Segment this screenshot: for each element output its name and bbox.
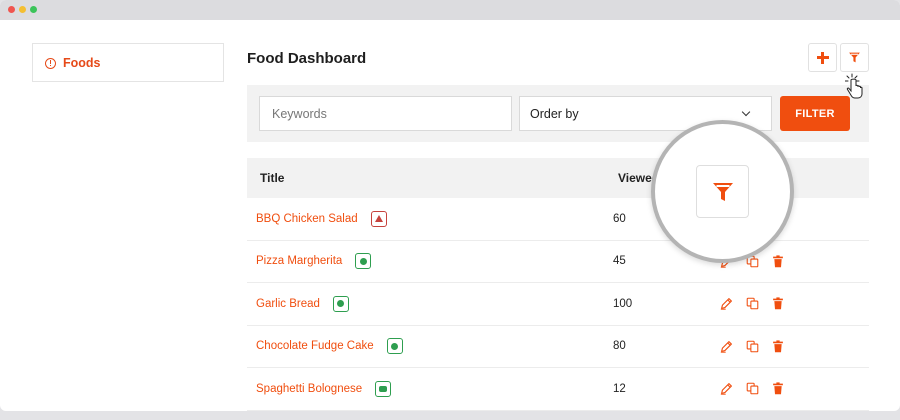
diet-badge-icon: [370, 210, 387, 227]
table-row: Chocolate Fudge Cake 80: [247, 326, 869, 368]
delete-icon[interactable]: [771, 382, 785, 396]
zoom-magnifier: [651, 120, 794, 263]
views-cell: 80: [613, 340, 626, 353]
sidebar-item-foods[interactable]: Foods: [45, 56, 101, 70]
views-cell: 45: [613, 255, 626, 268]
table-row: Pizza Margherita 45: [247, 241, 869, 283]
plus-icon: [816, 51, 829, 64]
title-cell: Garlic Bread: [256, 283, 349, 325]
diet-badge-icon: [332, 295, 349, 312]
food-title-link[interactable]: Chocolate Fudge Cake: [256, 340, 374, 352]
window-titlebar: [0, 0, 900, 20]
hand-cursor-icon: [845, 73, 863, 99]
views-cell: 12: [613, 382, 626, 395]
info-circle-icon: [45, 57, 56, 69]
edit-icon[interactable]: [719, 382, 733, 396]
keywords-input[interactable]: [259, 96, 512, 131]
table-row: Garlic Bread 100: [247, 283, 869, 326]
diet-badge-icon: [386, 338, 403, 355]
duplicate-icon[interactable]: [745, 382, 759, 396]
row-actions: [719, 283, 785, 325]
diet-badge-icon: [355, 253, 372, 270]
food-title-link[interactable]: Pizza Margherita: [256, 255, 342, 267]
views-cell: 60: [613, 212, 626, 225]
title-cell: Chocolate Fudge Cake: [256, 326, 403, 368]
filter-button[interactable]: FILTER: [780, 96, 850, 131]
food-title-link[interactable]: BBQ Chicken Salad: [256, 213, 358, 225]
order-by-value: Order by: [530, 106, 579, 121]
food-title-link[interactable]: Garlic Bread: [256, 298, 320, 310]
delete-icon[interactable]: [771, 254, 785, 268]
toggle-filter-button[interactable]: [840, 43, 869, 72]
delete-icon[interactable]: [771, 339, 785, 353]
table-row: Spaghetti Bolognese 12: [247, 368, 869, 411]
add-food-button[interactable]: [808, 43, 837, 72]
views-cell: 100: [613, 297, 633, 310]
row-actions: [719, 326, 785, 368]
title-cell: BBQ Chicken Salad: [256, 198, 387, 240]
row-actions: [719, 368, 785, 410]
filter-bar: Order by FILTER: [247, 85, 869, 142]
sidebar-item-label: Foods: [63, 56, 101, 70]
page-title: Food Dashboard: [247, 50, 367, 67]
sidebar: Foods: [32, 43, 224, 82]
food-title-link[interactable]: Spaghetti Bolognese: [256, 383, 362, 395]
minimize-window-dot[interactable]: [19, 6, 26, 13]
funnel-icon: [712, 182, 733, 201]
edit-icon[interactable]: [719, 339, 733, 353]
maximize-window-dot[interactable]: [30, 6, 37, 13]
chevron-down-icon: [741, 107, 751, 117]
app-window: Foods Food Dashboard Order by FILTER Tit…: [0, 0, 900, 411]
funnel-icon: [849, 52, 860, 63]
title-cell: Spaghetti Bolognese: [256, 368, 392, 410]
edit-icon[interactable]: [719, 297, 733, 311]
duplicate-icon[interactable]: [745, 297, 759, 311]
duplicate-icon[interactable]: [745, 339, 759, 353]
close-window-dot[interactable]: [8, 6, 15, 13]
title-cell: Pizza Margherita: [256, 241, 372, 283]
delete-icon[interactable]: [771, 297, 785, 311]
column-header-title: Title: [260, 171, 285, 185]
zoomed-filter-button: [696, 165, 749, 218]
diet-badge-icon: [375, 380, 392, 397]
